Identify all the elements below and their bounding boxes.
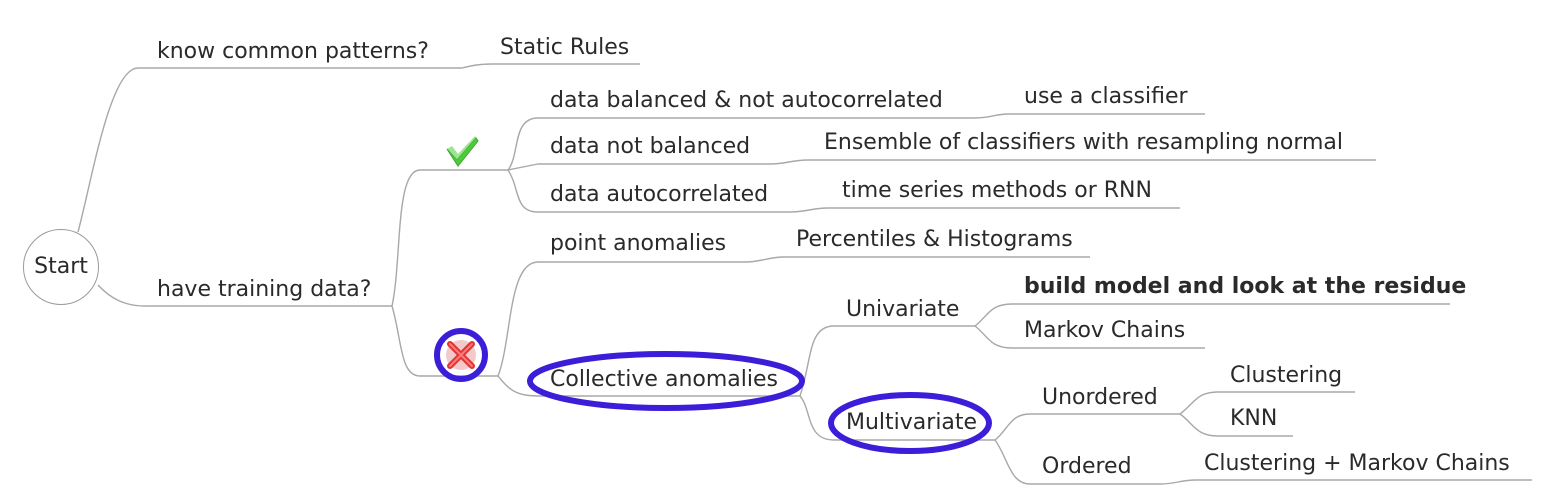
node-multivariate[interactable]: Multivariate [846,410,977,436]
underline-autocorr [538,207,1180,213]
edge-start-training [97,284,146,307]
edge-multi-unordered [994,413,1031,441]
edge-start-know [77,67,139,233]
edge-multi-ordered [994,439,1031,485]
node-ensemble-classifiers[interactable]: Ensemble of classifiers with resampling … [824,130,1343,156]
edge-yes-autocorr [507,169,539,213]
node-unordered[interactable]: Unordered [1042,385,1158,411]
cross-icon [446,340,476,370]
node-univariate[interactable]: Univariate [846,297,959,323]
node-ordered[interactable]: Ordered [1042,454,1132,480]
mind-map-canvas: Start know common patterns? Static Rules… [0,0,1546,502]
node-percentiles-histograms[interactable]: Percentiles & Histograms [796,227,1073,253]
edge-uni-markov [974,325,1013,349]
edge-training-no [391,305,421,377]
edge-uni-residue [974,303,1013,327]
check-icon [446,136,479,167]
underline-balanced [538,113,1205,119]
node-collective-anomalies[interactable]: Collective anomalies [550,367,778,393]
node-time-series[interactable]: time series methods or RNN [842,178,1152,204]
node-clustering-markov[interactable]: Clustering + Markov Chains [1204,451,1510,477]
edge-yes-notbalanced [507,163,539,171]
node-knn[interactable]: KNN [1230,406,1277,432]
edge-yes-balanced [507,117,539,171]
underline-notbalanced [538,159,1376,165]
node-data-autocorrelated[interactable]: data autocorrelated [550,182,768,208]
edge-unord-clustering [1179,391,1219,415]
node-know-common-patterns[interactable]: know common patterns? [157,39,429,65]
node-data-balanced[interactable]: data balanced & not autocorrelated [550,88,943,114]
edge-coll-uni [799,325,835,397]
node-have-training-data[interactable]: have training data? [157,277,371,303]
mind-map-connectors [77,63,1532,485]
edge-no-point [497,261,539,377]
edge-know-static [461,63,493,69]
node-use-classifier[interactable]: use a classifier [1024,84,1188,110]
start-node[interactable]: Start [23,229,99,305]
edge-unord-knn [1179,413,1219,437]
node-build-model-residue[interactable]: build model and look at the residue [1024,274,1466,300]
node-static-rules[interactable]: Static Rules [500,35,629,61]
node-point-anomalies[interactable]: point anomalies [550,231,726,257]
edge-training-yes [391,169,421,307]
node-clustering[interactable]: Clustering [1230,363,1342,389]
node-markov-chains[interactable]: Markov Chains [1024,318,1185,344]
underline-ordered [1030,479,1532,485]
start-node-label: Start [34,254,88,279]
node-data-not-balanced[interactable]: data not balanced [550,134,750,160]
underline-point [538,256,1090,263]
